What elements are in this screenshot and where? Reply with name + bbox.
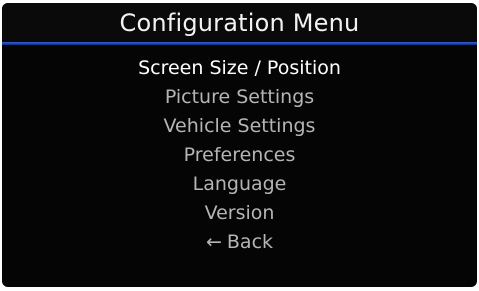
menu-item-version[interactable]: Version: [2, 199, 477, 228]
menu-item-label: Screen Size / Position: [138, 57, 341, 79]
back-button[interactable]: ← Back: [2, 228, 477, 257]
menu-item-picture-settings[interactable]: Picture Settings: [2, 83, 477, 112]
title-divider: [2, 42, 477, 45]
menu-item-label: Version: [204, 202, 275, 224]
menu-item-language[interactable]: Language: [2, 170, 477, 199]
menu-item-preferences[interactable]: Preferences: [2, 141, 477, 170]
menu-item-vehicle-settings[interactable]: Vehicle Settings: [2, 112, 477, 141]
configuration-menu: Screen Size / Position Picture Settings …: [2, 54, 477, 257]
menu-item-screen-size-position[interactable]: Screen Size / Position: [2, 54, 477, 83]
menu-item-label: Preferences: [183, 144, 296, 166]
page-title: Configuration Menu: [119, 9, 360, 37]
title-bar: Configuration Menu: [2, 3, 477, 42]
menu-item-label: Language: [192, 173, 287, 195]
display-screen: Configuration Menu Screen Size / Positio…: [2, 3, 477, 287]
back-arrow-icon: ←: [205, 231, 222, 253]
menu-item-label: Vehicle Settings: [163, 115, 316, 137]
back-label: Back: [226, 231, 274, 253]
menu-item-label: Picture Settings: [164, 86, 315, 108]
